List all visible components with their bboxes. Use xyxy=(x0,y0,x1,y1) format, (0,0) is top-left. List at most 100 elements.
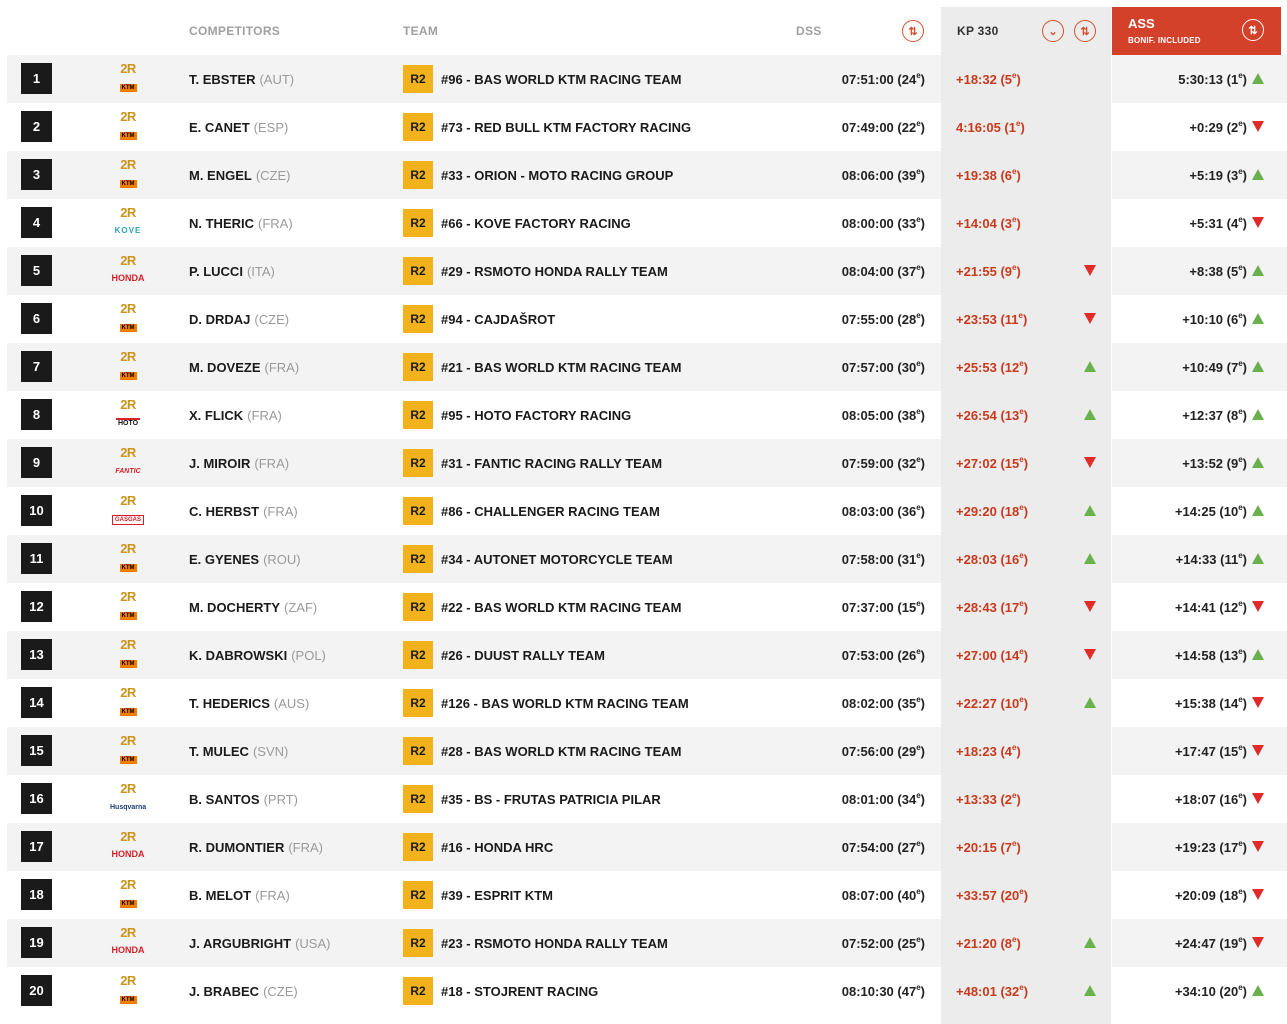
competitor-name-link[interactable]: R. DUMONTIER (FRA) xyxy=(189,823,323,871)
header-team[interactable]: TEAM xyxy=(403,7,438,55)
dss-time: 08:01:00 (34 e) xyxy=(841,790,925,807)
table-row[interactable]: 14 2R KTM T. HEDERICS (AUS) R2 #126 - BA… xyxy=(0,679,1287,727)
table-row[interactable]: 2 2R KTM E. CANET (ESP) R2 #73 - RED BUL… xyxy=(0,103,1287,151)
ass-time: 5:30:13 (1 e) xyxy=(1178,70,1247,87)
competitor-name-link[interactable]: M. ENGEL (CZE) xyxy=(189,151,291,199)
team-name[interactable]: #95 - HOTO FACTORY RACING xyxy=(441,391,631,439)
table-row[interactable]: 4 2R KOVE N. THERIC (FRA) R2 #66 - KOVE … xyxy=(0,199,1287,247)
team-name[interactable]: #86 - CHALLENGER RACING TEAM xyxy=(441,487,660,535)
competitor-nationality: (ROU) xyxy=(263,551,301,567)
table-row[interactable]: 15 2R KTM T. MULEC (SVN) R2 #28 - BAS WO… xyxy=(0,727,1287,775)
fantic-logo-icon: 2R FANTIC xyxy=(108,445,148,481)
table-row[interactable]: 18 2R KTM B. MELOT (FRA) R2 #39 - ESPRIT… xyxy=(0,871,1287,919)
team-name[interactable]: #33 - ORION - MOTO RACING GROUP xyxy=(441,151,673,199)
table-row[interactable]: 5 2R HONDA P. LUCCI (ITA) R2 #29 - RSMOT… xyxy=(0,247,1287,295)
team-name[interactable]: #18 - STOJRENT RACING xyxy=(441,967,598,1015)
team-name[interactable]: #21 - BAS WORLD KTM RACING TEAM xyxy=(441,343,682,391)
category-badge: R2 xyxy=(403,401,433,429)
team-name[interactable]: #34 - AUTONET MOTORCYCLE TEAM xyxy=(441,535,673,583)
table-row[interactable]: 9 2R FANTIC J. MIROIR (FRA) R2 #31 - FAN… xyxy=(0,439,1287,487)
competitor-name-link[interactable]: P. LUCCI (ITA) xyxy=(189,247,275,295)
position-badge: 14 xyxy=(21,687,52,718)
table-row[interactable]: 12 2R KTM M. DOCHERTY (ZAF) R2 #22 - BAS… xyxy=(0,583,1287,631)
competitor-name: T. HEDERICS xyxy=(189,695,270,711)
competitor-name-link[interactable]: M. DOVEZE (FRA) xyxy=(189,343,299,391)
ass-time: +10:10 (6 e) xyxy=(1182,310,1247,327)
position-badge: 11 xyxy=(21,543,52,574)
competitor-name-link[interactable]: C. HERBST (FRA) xyxy=(189,487,298,535)
team-name[interactable]: #23 - RSMOTO HONDA RALLY TEAM xyxy=(441,919,668,967)
table-row[interactable]: 20 2R KTM J. BRABEC (CZE) R2 #18 - STOJR… xyxy=(0,967,1287,1015)
brand-label: KTM xyxy=(119,900,137,908)
team-name[interactable]: #66 - KOVE FACTORY RACING xyxy=(441,199,631,247)
husq-logo-icon: 2R Husqvarna xyxy=(108,781,148,817)
header-kp[interactable]: KP 330 xyxy=(957,7,999,55)
category-badge: R2 xyxy=(403,593,433,621)
rally2-logo-text: 2R xyxy=(120,493,136,508)
team-name[interactable]: #73 - RED BULL KTM FACTORY RACING xyxy=(441,103,691,151)
table-row[interactable]: 13 2R KTM K. DABROWSKI (POL) R2 #26 - DU… xyxy=(0,631,1287,679)
team-name[interactable]: #28 - BAS WORLD KTM RACING TEAM xyxy=(441,727,682,775)
table-row[interactable]: 16 2R Husqvarna B. SANTOS (PRT) R2 #35 -… xyxy=(0,775,1287,823)
competitor-name-link[interactable]: B. MELOT (FRA) xyxy=(189,871,290,919)
kp-dropdown-icon[interactable]: ⌄ xyxy=(1042,20,1064,42)
team-name[interactable]: #31 - FANTIC RACING RALLY TEAM xyxy=(441,439,662,487)
team-name[interactable]: #22 - BAS WORLD KTM RACING TEAM xyxy=(441,583,682,631)
brand-label: KTM xyxy=(119,660,137,668)
ktm-logo-icon: 2R KTM xyxy=(108,157,148,193)
competitor-name-link[interactable]: N. THERIC (FRA) xyxy=(189,199,293,247)
competitor-name-link[interactable]: T. MULEC (SVN) xyxy=(189,727,288,775)
ktm-logo-icon: 2R KTM xyxy=(108,637,148,673)
kp-time: +26:54 (13 e) xyxy=(956,406,1029,423)
team-name[interactable]: #96 - BAS WORLD KTM RACING TEAM xyxy=(441,55,682,103)
competitor-name-link[interactable]: M. DOCHERTY (ZAF) xyxy=(189,583,317,631)
ass-time: +10:49 (7 e) xyxy=(1182,358,1247,375)
header-dss[interactable]: DSS xyxy=(796,7,822,55)
kove-logo-icon: 2R KOVE xyxy=(108,205,148,241)
team-name[interactable]: #35 - BS - FRUTAS PATRICIA PILAR xyxy=(441,775,661,823)
team-name[interactable]: #16 - HONDA HRC xyxy=(441,823,553,871)
competitor-name-link[interactable]: E. CANET (ESP) xyxy=(189,103,288,151)
table-row[interactable]: 3 2R KTM M. ENGEL (CZE) R2 #33 - ORION -… xyxy=(0,151,1287,199)
competitor-nationality: (CZE) xyxy=(263,983,298,999)
position-badge: 18 xyxy=(21,879,52,910)
kp-trend-down-icon xyxy=(1084,313,1096,324)
dss-sort-icon[interactable]: ⇅ xyxy=(902,20,924,42)
competitor-name-link[interactable]: B. SANTOS (PRT) xyxy=(189,775,298,823)
team-name[interactable]: #39 - ESPRIT KTM xyxy=(441,871,553,919)
competitor-nationality: (ZAF) xyxy=(284,599,318,615)
team-name[interactable]: #126 - BAS WORLD KTM RACING TEAM xyxy=(441,679,689,727)
header-ass[interactable]: ASS BONIF. INCLUDED ⇅ xyxy=(1112,7,1281,55)
table-row[interactable]: 11 2R KTM E. GYENES (ROU) R2 #34 - AUTON… xyxy=(0,535,1287,583)
competitor-name-link[interactable]: X. FLICK (FRA) xyxy=(189,391,282,439)
team-name[interactable]: #29 - RSMOTO HONDA RALLY TEAM xyxy=(441,247,668,295)
kp-sort-icon[interactable]: ⇅ xyxy=(1074,20,1096,42)
table-row[interactable]: 19 2R HONDA J. ARGUBRIGHT (USA) R2 #23 -… xyxy=(0,919,1287,967)
competitor-name-link[interactable]: T. EBSTER (AUT) xyxy=(189,55,294,103)
competitor-name-link[interactable]: J. MIROIR (FRA) xyxy=(189,439,289,487)
ass-sort-icon[interactable]: ⇅ xyxy=(1242,19,1264,41)
ass-time: +12:37 (8 e) xyxy=(1182,406,1247,423)
competitor-nationality: (FRA) xyxy=(247,407,282,423)
header-competitors[interactable]: COMPETITORS xyxy=(189,7,280,55)
competitor-name: E. CANET xyxy=(189,119,250,135)
table-row[interactable]: 17 2R HONDA R. DUMONTIER (FRA) R2 #16 - … xyxy=(0,823,1287,871)
team-name[interactable]: #26 - DUUST RALLY TEAM xyxy=(441,631,605,679)
category-badge: R2 xyxy=(403,785,433,813)
table-row[interactable]: 6 2R KTM D. DRDAJ (CZE) R2 #94 - CAJDAŠR… xyxy=(0,295,1287,343)
competitor-name-link[interactable]: J. ARGUBRIGHT (USA) xyxy=(189,919,330,967)
table-row[interactable]: 1 2R KTM T. EBSTER (AUT) R2 #96 - BAS WO… xyxy=(0,55,1287,103)
table-row[interactable]: 8 2R HOTO X. FLICK (FRA) R2 #95 - HOTO F… xyxy=(0,391,1287,439)
competitor-name-link[interactable]: J. BRABEC (CZE) xyxy=(189,967,298,1015)
competitor-name-link[interactable]: E. GYENES (ROU) xyxy=(189,535,301,583)
ass-title: ASS xyxy=(1128,16,1155,31)
competitor-name-link[interactable]: T. HEDERICS (AUS) xyxy=(189,679,309,727)
table-row[interactable]: 10 2R GASGAS C. HERBST (FRA) R2 #86 - CH… xyxy=(0,487,1287,535)
competitor-name-link[interactable]: K. DABROWSKI (POL) xyxy=(189,631,326,679)
competitor-name-link[interactable]: D. DRDAJ (CZE) xyxy=(189,295,289,343)
team-name[interactable]: #94 - CAJDAŠROT xyxy=(441,295,555,343)
kp-trend-down-icon xyxy=(1084,265,1096,276)
ass-time: +20:09 (18 e) xyxy=(1174,886,1247,903)
table-row[interactable]: 7 2R KTM M. DOVEZE (FRA) R2 #21 - BAS WO… xyxy=(0,343,1287,391)
brand-label: KTM xyxy=(119,372,137,380)
